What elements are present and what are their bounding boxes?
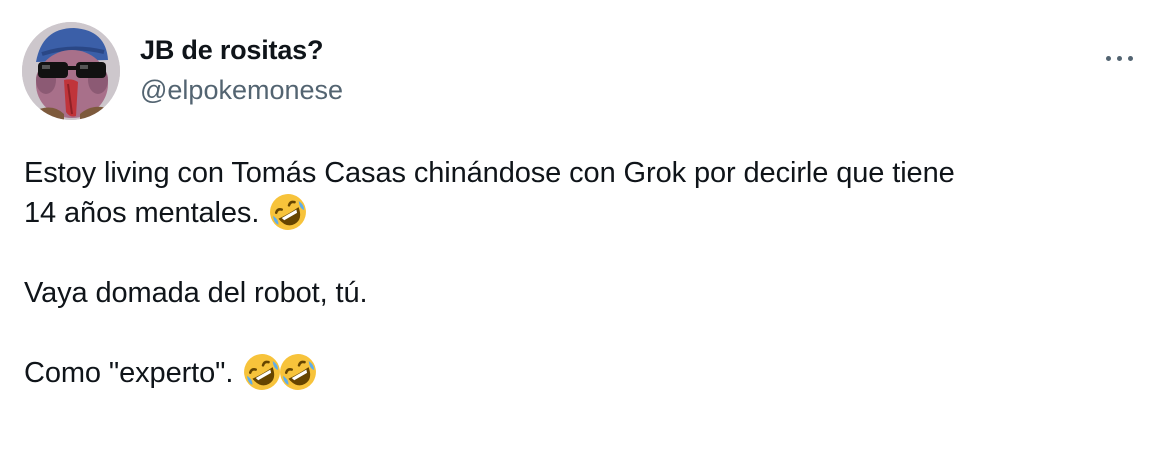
tweet-card: JB de rositas? @elpokemonese Estoy livin…	[0, 0, 1166, 452]
rolling-laughing-emoji-icon	[280, 354, 317, 390]
user-handle[interactable]: @elpokemonese	[140, 74, 343, 106]
tweet-line-text: Como "experto".	[24, 357, 234, 389]
tweet-line: Estoy living con Tomás Casas chinándose …	[24, 153, 1134, 193]
more-dots-icon	[1127, 55, 1133, 61]
rolling-laughing-emoji-icon	[270, 194, 307, 230]
tweet-line: 14 años mentales.	[24, 193, 1134, 233]
more-dots-icon	[1105, 55, 1111, 61]
tweet-line: Vaya domada del robot, tú.	[24, 273, 1134, 313]
avatar-cartoon-icon	[22, 22, 120, 120]
avatar[interactable]	[22, 22, 120, 120]
more-options-button[interactable]	[1096, 40, 1142, 76]
more-dots-icon	[1116, 55, 1122, 61]
tweet-line-text: Estoy living con Tomás Casas chinándose …	[24, 157, 955, 189]
tweet-text: Estoy living con Tomás Casas chinándose …	[24, 153, 1134, 393]
display-name[interactable]: JB de rositas?	[140, 34, 323, 66]
tweet-line-text: 14 años mentales.	[24, 197, 260, 229]
tweet-line: Como "experto".	[24, 353, 1134, 393]
rolling-laughing-emoji-icon	[244, 354, 281, 390]
tweet-line-text: Vaya domada del robot, tú.	[24, 277, 368, 309]
